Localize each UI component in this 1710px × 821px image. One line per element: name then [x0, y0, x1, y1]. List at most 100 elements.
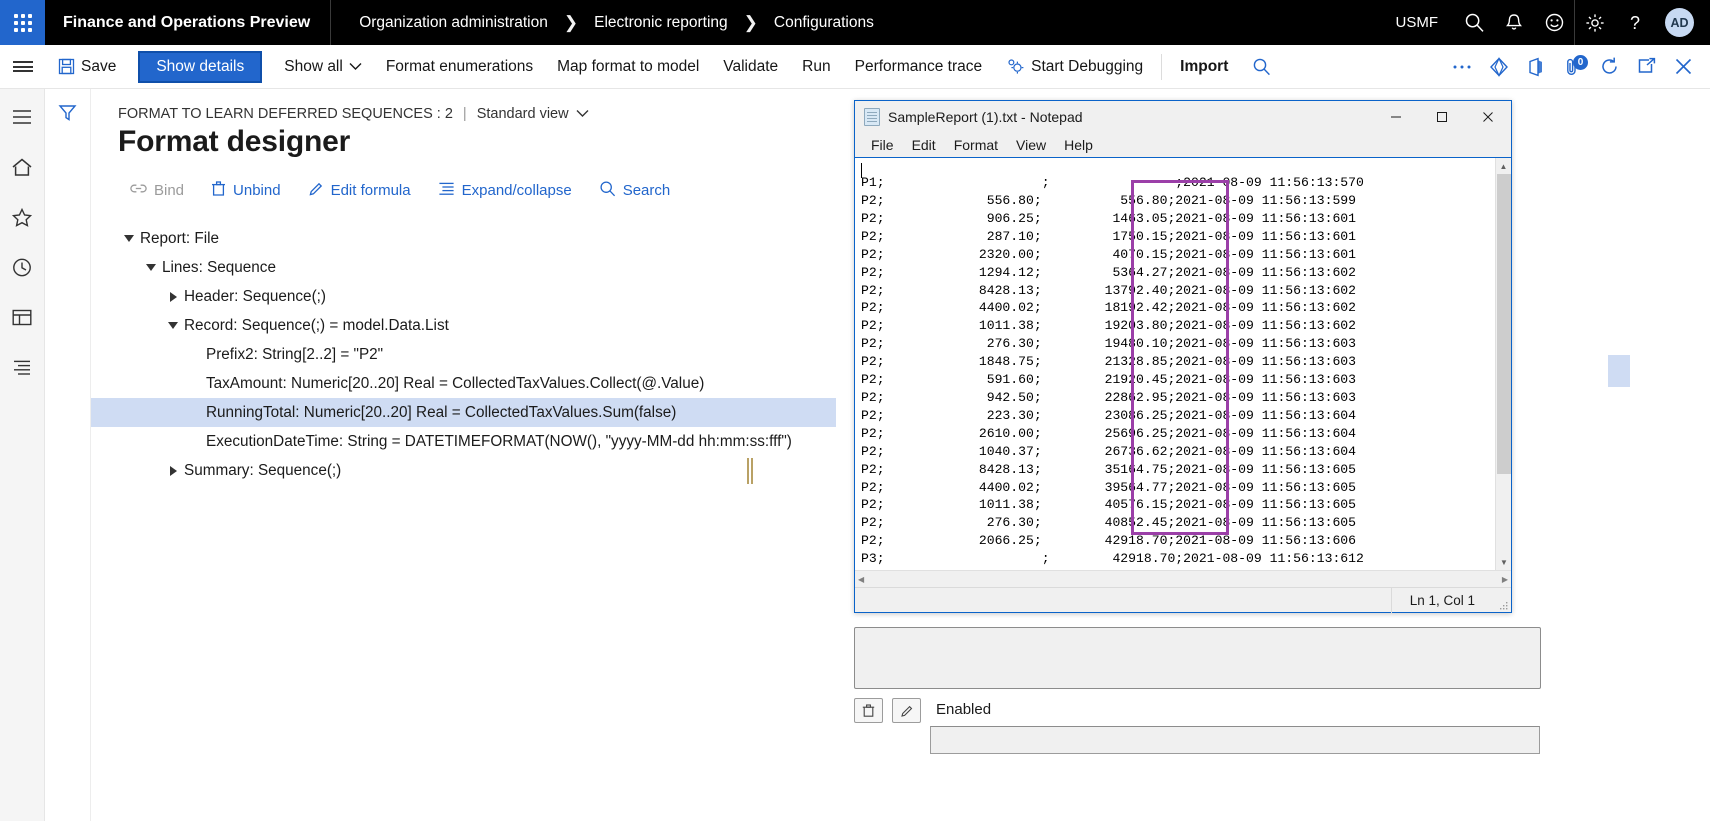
scroll-up-arrow-icon[interactable]: ▲ [1496, 158, 1511, 174]
notepad-title: SampleReport (1).txt - Notepad [888, 109, 1083, 125]
notifications-bell-icon[interactable] [1494, 0, 1534, 45]
expand-collapse-label: Expand/collapse [462, 182, 572, 199]
tree-node-label: TaxAmount: Numeric[20..20] Real = Collec… [206, 375, 704, 393]
maximize-button[interactable] [1419, 101, 1465, 133]
breadcrumb-item-1[interactable]: Electronic reporting [588, 14, 734, 32]
notepad-title-bar[interactable]: SampleReport (1).txt - Notepad [855, 101, 1511, 133]
right-panel-nub [1608, 355, 1630, 387]
action-pane-search-button[interactable] [1240, 45, 1283, 89]
pane-splitter-handle[interactable] [747, 455, 755, 487]
settings-gear-icon[interactable] [1575, 0, 1615, 45]
expand-collapse-list-icon [438, 181, 455, 200]
minimize-button[interactable] [1373, 101, 1419, 133]
twisty-collapsed-icon[interactable] [162, 292, 184, 302]
horizontal-scrollbar[interactable]: ◀ ▶ [855, 570, 1511, 587]
breadcrumb-item-0[interactable]: Organization administration [353, 14, 554, 32]
overflow-menu-button[interactable] [1443, 45, 1480, 89]
scroll-down-arrow-icon[interactable]: ▼ [1496, 554, 1511, 570]
close-icon[interactable] [1665, 45, 1702, 89]
svg-text:?: ? [1630, 13, 1640, 33]
search-icon[interactable] [1454, 0, 1494, 45]
app-launcher-button[interactable] [0, 0, 45, 45]
menu-edit[interactable]: Edit [903, 135, 945, 155]
breadcrumb-item-2[interactable]: Configurations [768, 14, 880, 32]
bind-button[interactable]: Bind [118, 176, 196, 205]
twisty-collapsed-icon[interactable] [162, 466, 184, 476]
map-format-to-model-button[interactable]: Map format to model [545, 45, 711, 89]
show-all-dropdown[interactable]: Show all [272, 45, 374, 89]
notepad-window: SampleReport (1).txt - Notepad File Edit… [854, 100, 1512, 613]
navigation-pane-toggle[interactable] [0, 45, 46, 89]
sidebar-item-favorites[interactable] [0, 197, 45, 237]
cursor-position-status: Ln 1, Col 1 [1391, 588, 1493, 613]
tree-node-label: ExecutionDateTime: String = DATETIMEFORM… [206, 433, 792, 451]
vertical-scroll-thumb[interactable] [1497, 174, 1511, 474]
help-question-icon[interactable]: ? [1615, 0, 1655, 45]
left-navigation-rail [0, 89, 45, 821]
view-selector-label: Standard view [477, 106, 569, 122]
edit-pencil-icon [308, 181, 324, 201]
designer-search-button[interactable]: Search [587, 175, 683, 206]
topbar-actions: USMF ? AD [1380, 0, 1710, 45]
filter-funnel-icon[interactable] [58, 103, 77, 821]
record-caption: FORMAT TO LEARN DEFERRED SEQUENCES : 2 [118, 106, 453, 122]
debug-gear-icon [1006, 58, 1025, 75]
tree-node-label: Report: File [140, 230, 219, 248]
open-in-office-icon[interactable] [1517, 45, 1554, 89]
search-magnifier-icon [599, 180, 616, 201]
open-in-new-window-icon[interactable] [1628, 45, 1665, 89]
notepad-status-bar: Ln 1, Col 1 [855, 587, 1511, 612]
format-enumerations-button[interactable]: Format enumerations [374, 45, 545, 89]
notepad-app-icon [864, 108, 880, 126]
view-selector[interactable]: Standard view [477, 106, 589, 122]
message-text-area[interactable] [854, 627, 1541, 689]
caption-separator: | [463, 106, 467, 122]
twisty-expanded-icon[interactable] [162, 322, 184, 329]
run-button[interactable]: Run [790, 45, 842, 89]
tree-node-runningtotal[interactable]: RunningTotal: Numeric[20..20] Real = Col… [91, 398, 836, 427]
feedback-smiley-icon[interactable] [1534, 0, 1574, 45]
vertical-scrollbar[interactable]: ▲ ▼ [1495, 158, 1511, 570]
twisty-expanded-icon[interactable] [140, 264, 162, 271]
scroll-left-arrow-icon[interactable]: ◀ [858, 575, 864, 584]
expand-collapse-button[interactable]: Expand/collapse [426, 176, 584, 205]
company-indicator[interactable]: USMF [1380, 14, 1455, 31]
start-debugging-button[interactable]: Start Debugging [994, 45, 1155, 89]
menu-format[interactable]: Format [945, 135, 1007, 155]
delete-button[interactable] [854, 698, 883, 723]
scroll-right-arrow-icon[interactable]: ▶ [1502, 575, 1508, 584]
show-details-button[interactable]: Show details [138, 51, 262, 83]
sidebar-item-home[interactable] [0, 147, 45, 187]
menu-help[interactable]: Help [1055, 135, 1102, 155]
twisty-expanded-icon[interactable] [118, 235, 140, 242]
unbind-button[interactable]: Unbind [199, 176, 293, 206]
enabled-field[interactable] [930, 726, 1540, 754]
sidebar-item-recent[interactable] [0, 247, 45, 287]
menu-file[interactable]: File [862, 135, 903, 155]
chevron-right-icon: ❯ [734, 13, 768, 33]
menu-view[interactable]: View [1007, 135, 1055, 155]
resize-grip-icon[interactable] [1493, 588, 1511, 613]
refresh-icon[interactable] [1591, 45, 1628, 89]
avatar[interactable]: AD [1665, 8, 1694, 37]
nav-menu-icon[interactable] [0, 97, 45, 137]
validate-button[interactable]: Validate [711, 45, 790, 89]
save-button[interactable]: Save [46, 45, 128, 89]
notepad-text-area[interactable]: P1; ; ;2021-08-09 11:56:13:570 P2; 556.8… [855, 157, 1511, 570]
close-button[interactable] [1465, 101, 1511, 133]
performance-trace-button[interactable]: Performance trace [843, 45, 995, 89]
edit-formula-label: Edit formula [331, 182, 411, 199]
filter-pane [45, 89, 91, 821]
action-pane-right-icons: 0 [1443, 45, 1710, 89]
sidebar-item-modules[interactable] [0, 347, 45, 387]
import-button[interactable]: Import [1168, 45, 1240, 89]
edit-formula-button[interactable]: Edit formula [296, 176, 423, 206]
attachments-button[interactable]: 0 [1554, 45, 1591, 89]
action-pane-divider [1161, 54, 1162, 80]
sidebar-item-workspaces[interactable] [0, 297, 45, 337]
edit-button[interactable] [892, 698, 921, 723]
chevron-right-icon: ❯ [554, 13, 588, 33]
chevron-down-icon [349, 62, 362, 71]
tree-node-label: Record: Sequence(;) = model.Data.List [184, 317, 449, 335]
personalize-diamond-icon[interactable] [1480, 45, 1517, 89]
